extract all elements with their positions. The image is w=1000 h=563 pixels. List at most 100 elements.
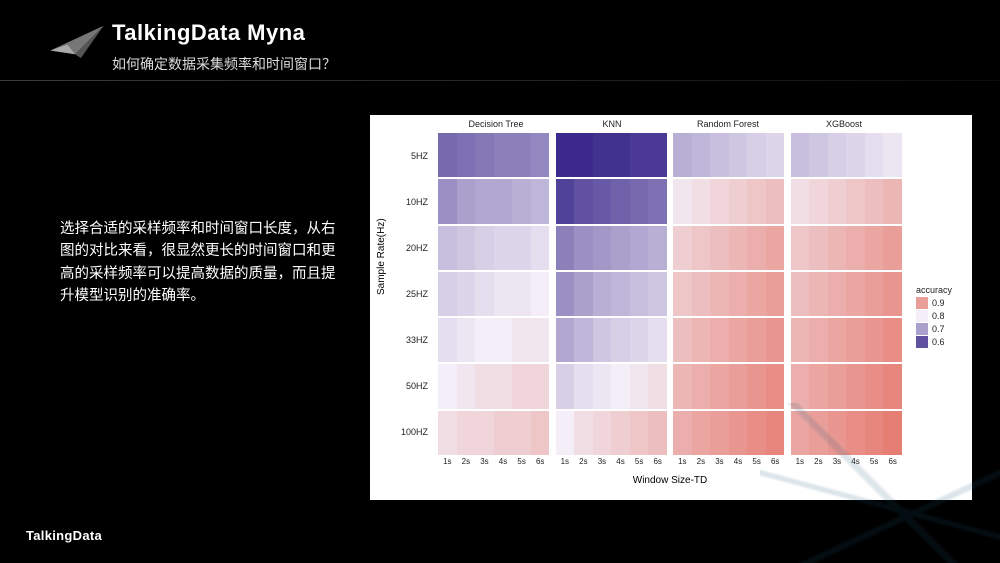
- heatmap-cell: [556, 411, 575, 455]
- heatmap-cell: [865, 179, 884, 223]
- heatmap-cell: [729, 411, 748, 455]
- heatmap-cell: [766, 179, 785, 223]
- x-tick-label: 4s: [611, 457, 630, 471]
- heatmap-cell: [438, 272, 457, 316]
- heatmap-cell: [556, 318, 575, 362]
- x-tick-label: 5s: [512, 457, 531, 471]
- heatmap-cell: [648, 364, 667, 408]
- heatmap-cell: [512, 364, 531, 408]
- y-tick-label: 10HZ: [370, 179, 434, 225]
- heatmap-cell: [692, 226, 711, 270]
- footer-brand: TalkingData: [26, 528, 102, 543]
- heatmap-cell: [710, 318, 729, 362]
- heatmap-cell: [710, 272, 729, 316]
- legend-item: 0.8: [916, 310, 960, 322]
- legend-value: 0.8: [932, 311, 945, 321]
- heatmap-cell: [512, 226, 531, 270]
- heatmap-cell: [556, 364, 575, 408]
- x-tick-label: 2s: [692, 457, 711, 471]
- x-tick-label: 2s: [574, 457, 593, 471]
- heatmap-cell: [766, 272, 785, 316]
- heatmap-cell: [611, 364, 630, 408]
- y-tick-label: 100HZ: [370, 409, 434, 455]
- x-tick-label: 1s: [438, 457, 457, 471]
- heatmap-cell: [809, 133, 828, 177]
- heatmap-cell: [574, 364, 593, 408]
- heatmap-cell: [512, 179, 531, 223]
- heatmap-cell: [494, 133, 513, 177]
- heatmap-row: [556, 133, 668, 177]
- heatmap-row: [791, 179, 903, 223]
- facet-title: Decision Tree: [438, 119, 554, 129]
- heatmap-cell: [475, 272, 494, 316]
- heatmap-cell: [729, 272, 748, 316]
- heatmap-cell: [438, 318, 457, 362]
- x-tick-label: 2s: [457, 457, 476, 471]
- heatmap-cell: [791, 179, 810, 223]
- heatmap-row: [438, 272, 550, 316]
- heatmap-cell: [438, 364, 457, 408]
- heatmap-cell: [809, 179, 828, 223]
- x-tick-label: 6s: [648, 457, 667, 471]
- heatmap-cell: [747, 272, 766, 316]
- heatmap-cell: [692, 364, 711, 408]
- heatmap-cell: [494, 272, 513, 316]
- heatmap-cell: [611, 411, 630, 455]
- heatmap-cell: [828, 133, 847, 177]
- heatmap-cell: [648, 133, 667, 177]
- heatmap-cell: [457, 179, 476, 223]
- heatmap-cell: [512, 272, 531, 316]
- heatmap-cell: [630, 318, 649, 362]
- legend-swatch: [916, 336, 928, 348]
- heatmap-cell: [648, 411, 667, 455]
- heatmap-cell: [865, 226, 884, 270]
- heatmap-cell: [556, 272, 575, 316]
- heatmap-cell: [828, 226, 847, 270]
- heatmap-cell: [494, 411, 513, 455]
- heatmap-cell: [531, 411, 550, 455]
- heatmap-cell: [729, 318, 748, 362]
- background-decoration: [760, 403, 1000, 563]
- heatmap-cell: [846, 226, 865, 270]
- heatmap-cell: [630, 364, 649, 408]
- heatmap-row: [791, 318, 903, 362]
- heatmap-cell: [828, 179, 847, 223]
- heatmap-cell: [710, 226, 729, 270]
- heatmap-cell: [747, 179, 766, 223]
- heatmap-row: [791, 226, 903, 270]
- heatmap-cell: [593, 411, 612, 455]
- legend-item: 0.7: [916, 323, 960, 335]
- x-tick-label: 3s: [475, 457, 494, 471]
- heatmap-row: [438, 411, 550, 455]
- heatmap-cell: [828, 318, 847, 362]
- heatmap-cell: [457, 364, 476, 408]
- heatmap-row: [556, 318, 668, 362]
- legend-title: accuracy: [916, 285, 960, 295]
- heatmap-cell: [556, 133, 575, 177]
- heatmap-cell: [791, 272, 810, 316]
- heatmap-row: [673, 133, 785, 177]
- heatmap-cell: [630, 179, 649, 223]
- heatmap-row: [438, 226, 550, 270]
- heatmap-cell: [710, 411, 729, 455]
- heatmap-cell: [475, 133, 494, 177]
- heatmap-cell: [531, 133, 550, 177]
- heatmap-cell: [512, 133, 531, 177]
- heatmap-cell: [747, 226, 766, 270]
- y-tick-label: 50HZ: [370, 363, 434, 409]
- legend-value: 0.6: [932, 337, 945, 347]
- heatmap-cell: [846, 318, 865, 362]
- heatmap-cell: [494, 364, 513, 408]
- header-divider: [0, 80, 1000, 81]
- heatmap-cell: [809, 272, 828, 316]
- x-tick-label: 5s: [630, 457, 649, 471]
- y-tick-label: 25HZ: [370, 271, 434, 317]
- heatmap-cell: [766, 318, 785, 362]
- heatmap-cell: [512, 318, 531, 362]
- heatmap-cell: [630, 272, 649, 316]
- heatmap-row: [673, 226, 785, 270]
- heatmap-cell: [673, 364, 692, 408]
- heatmap-cell: [883, 226, 902, 270]
- heatmap-cell: [574, 318, 593, 362]
- heatmap-row: [556, 272, 668, 316]
